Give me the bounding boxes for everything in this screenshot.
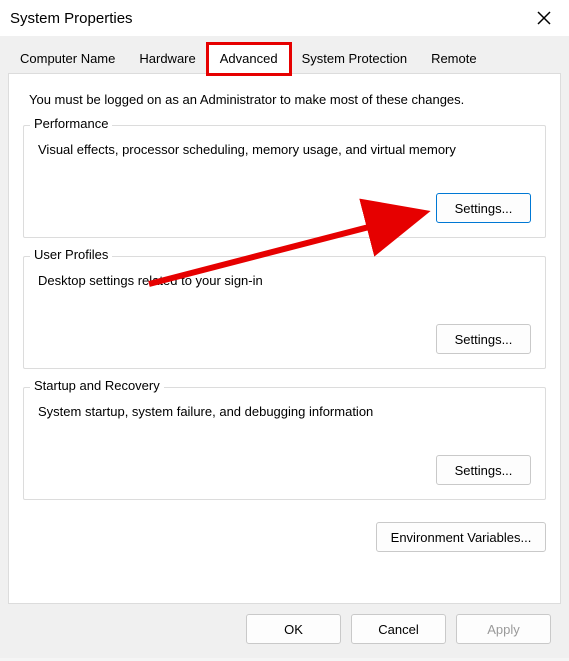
tab-strip: Computer Name Hardware Advanced System P… [8,44,561,74]
group-user-profiles: User Profiles Desktop settings related t… [23,256,546,369]
titlebar: System Properties [0,0,569,36]
environment-variables-button[interactable]: Environment Variables... [376,522,546,552]
group-performance: Performance Visual effects, processor sc… [23,125,546,238]
user-profiles-settings-button[interactable]: Settings... [436,324,531,354]
cancel-button[interactable]: Cancel [351,614,446,644]
env-variables-row: Environment Variables... [23,522,546,552]
tab-remote[interactable]: Remote [419,44,489,73]
close-button[interactable] [529,6,559,30]
group-user-profiles-legend: User Profiles [30,247,112,262]
group-user-profiles-btn-row: Settings... [38,324,531,354]
group-performance-btn-row: Settings... [38,193,531,223]
tab-content-advanced: You must be logged on as an Administrato… [8,74,561,604]
tab-advanced[interactable]: Advanced [208,44,290,74]
tab-computer-name[interactable]: Computer Name [8,44,127,73]
group-performance-legend: Performance [30,116,112,131]
startup-settings-button[interactable]: Settings... [436,455,531,485]
window-title: System Properties [10,10,133,27]
close-icon [537,11,551,25]
group-startup-desc: System startup, system failure, and debu… [38,404,531,419]
tab-system-protection[interactable]: System Protection [290,44,420,73]
group-user-profiles-desc: Desktop settings related to your sign-in [38,273,531,288]
apply-button[interactable]: Apply [456,614,551,644]
intro-text: You must be logged on as an Administrato… [23,92,546,107]
group-startup: Startup and Recovery System startup, sys… [23,387,546,500]
performance-settings-button[interactable]: Settings... [436,193,531,223]
dialog-body: Computer Name Hardware Advanced System P… [0,36,569,658]
footer-buttons: OK Cancel Apply [8,604,561,654]
ok-button[interactable]: OK [246,614,341,644]
tab-hardware[interactable]: Hardware [127,44,207,73]
group-startup-btn-row: Settings... [38,455,531,485]
group-startup-legend: Startup and Recovery [30,378,164,393]
group-performance-desc: Visual effects, processor scheduling, me… [38,142,531,157]
